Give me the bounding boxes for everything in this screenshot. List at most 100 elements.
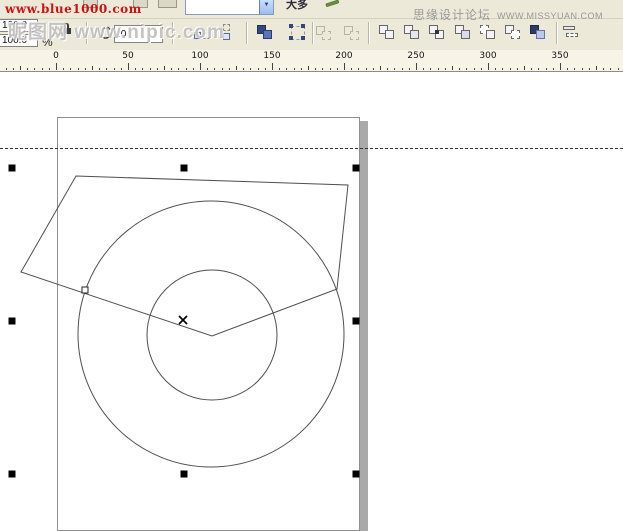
ruler-tick [488,63,489,70]
ruler-label: 350 [551,51,568,61]
selection-handle[interactable] [9,471,16,478]
ruler-tick [308,66,309,70]
ungroup-icon[interactable] [288,24,308,41]
ruler-tick [582,68,583,70]
ruler-label: 250 [407,51,424,61]
horizontal-ruler[interactable]: 050100150200250300350 [0,50,623,72]
ruler-tick [553,68,554,70]
convert-icon[interactable] [343,25,360,41]
ruler-tick [27,68,28,70]
ruler-tick [229,68,230,70]
intersect-icon[interactable] [428,24,445,40]
ruler-tick [402,68,403,70]
group-icon[interactable] [256,24,275,41]
rotation-angle-field[interactable] [114,25,163,43]
icon-square [385,30,394,39]
ruler-tick [567,68,568,70]
ruler-tick [207,68,208,70]
ruler-tick [49,68,50,70]
ruler-tick [618,68,619,70]
selection-handle[interactable] [353,471,360,478]
drawing-canvas[interactable] [0,72,623,531]
app-window: ▼ 大多 % [0,0,623,531]
ruler-tick [157,68,158,70]
combine-icon[interactable] [562,25,579,40]
ruler-tick [178,68,179,70]
ruler-tick [538,68,539,70]
ruler-label: 0 [53,51,59,61]
paste-icon[interactable] [158,0,177,8]
ruler-tick [135,68,136,70]
ruler-tick [387,68,388,70]
scale-v-field[interactable] [0,34,38,47]
create-boundary-icon[interactable] [529,24,546,40]
selection-center-mark[interactable] [179,316,187,324]
ruler-tick [574,68,575,70]
selection-handle[interactable] [353,165,360,172]
ruler-tick [121,68,122,70]
ruler-tick [258,68,259,70]
ruler-tick [214,68,215,70]
back-minus-front-icon[interactable] [504,24,521,40]
selection-handle[interactable] [9,165,16,172]
separator [368,22,370,44]
nudge-offset-combobox[interactable]: ▼ [185,0,274,15]
ruler-tick [517,68,518,70]
icon-square [486,30,495,39]
ruler-tick [20,66,21,70]
selection-handle[interactable] [181,165,188,172]
lock-ratio-icon[interactable] [62,23,73,35]
ruler-label: 150 [263,51,280,61]
ruler-tick [286,68,287,70]
ruler-tick [34,68,35,70]
ruler-tick [358,68,359,70]
ruler-tick [142,68,143,70]
ruler-tick [99,68,100,70]
separator [312,22,314,44]
selection-handle[interactable] [181,471,188,478]
icon-square [461,30,470,39]
ruler-tick [466,68,467,70]
ruler-tick [531,68,532,70]
ruler-tick [301,68,302,70]
rotate-icon[interactable] [98,25,113,40]
simplify-icon[interactable] [454,24,471,40]
selection-handle[interactable] [9,318,16,325]
ruler-tick [200,63,201,70]
inner-circle-shape[interactable] [147,270,277,400]
outer-circle-shape[interactable] [78,201,344,467]
ruler-tick [322,68,323,70]
ungroup-all-icon[interactable] [315,25,332,41]
mirror-square-ghost [223,24,230,31]
icon-bar [563,26,575,30]
pencil-icon[interactable] [324,0,342,10]
property-bar: % [0,19,623,50]
corner-square [301,24,305,28]
mirror-horizontal-icon[interactable] [193,25,211,41]
mirror-square [223,33,230,40]
front-minus-back-icon[interactable] [479,24,496,40]
ruler-tick [6,68,7,70]
node-marker[interactable] [82,287,88,293]
ruler-tick [546,68,547,70]
ruler-tick [193,68,194,70]
polygon-shape[interactable] [21,176,348,336]
separator [246,22,248,44]
weld-icon[interactable] [378,24,395,40]
corner-square [289,36,293,40]
mirror-vertical-icon[interactable] [217,24,237,41]
selection-handle[interactable] [353,318,360,325]
chevron-down-icon[interactable]: ▼ [259,0,273,14]
separator [556,22,558,44]
trim-icon[interactable] [403,24,420,40]
ruler-tick [70,68,71,70]
watermark-missyuan-cn: 思缘设计论坛 [413,6,491,23]
ruler-tick [164,66,165,70]
ruler-tick [265,68,266,70]
ruler-tick [243,68,244,70]
ruler-tick [56,63,57,70]
scale-h-field[interactable] [0,19,38,32]
ruler-tick [85,68,86,70]
ruler-tick [13,68,14,70]
ruler-tick [150,68,151,70]
